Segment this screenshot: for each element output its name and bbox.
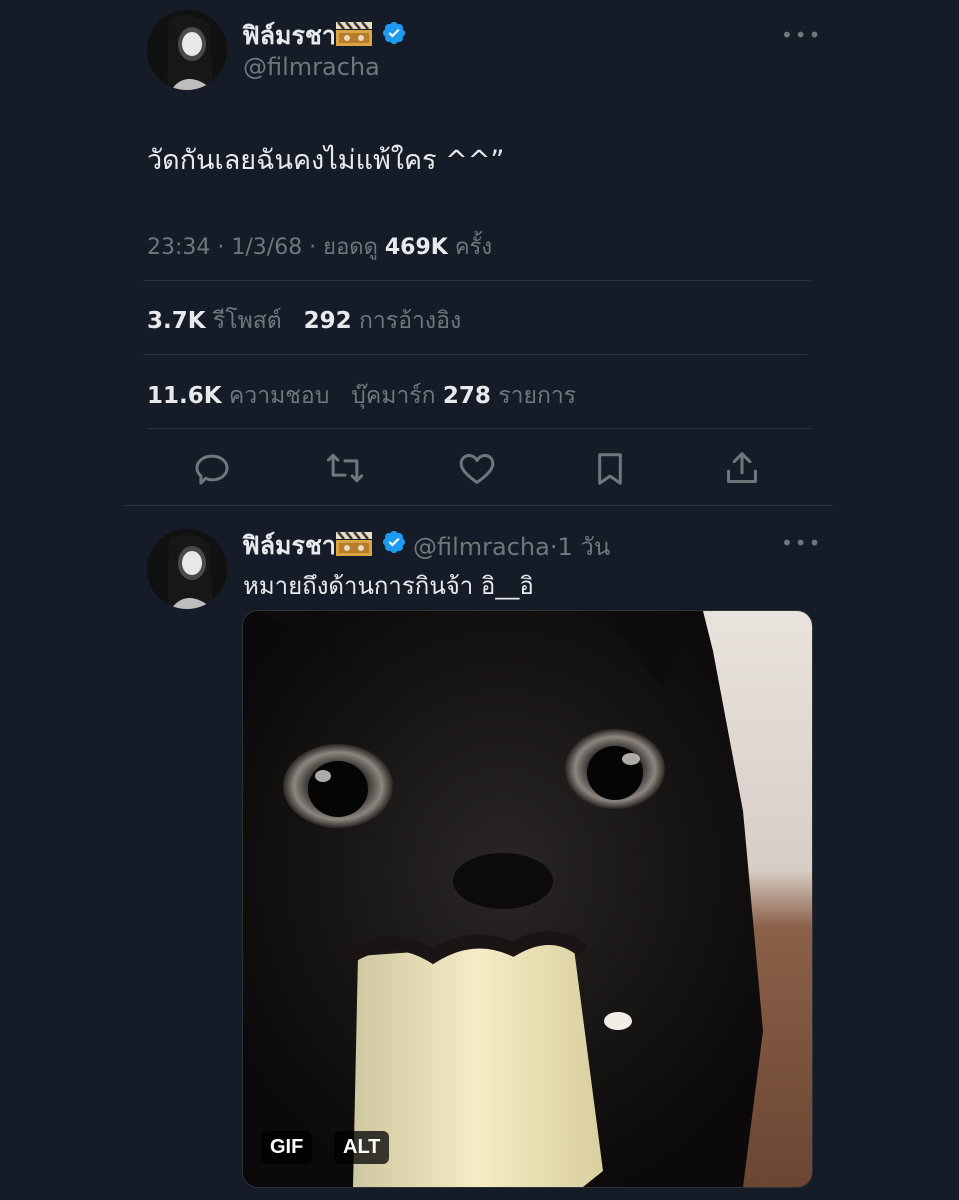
reposts-stat[interactable]: 3.7K รีโพสต์ [147, 308, 282, 334]
cat-gif-image [243, 611, 812, 1187]
repost-icon[interactable] [326, 449, 364, 487]
gif-media[interactable] [242, 610, 813, 1188]
reply-handle[interactable]: @filmracha [413, 533, 550, 561]
film-clapper-icon [335, 19, 373, 47]
reply-text: หมายถึงด้านการกินจ้า อิ__อิ [243, 572, 534, 600]
reply-icon[interactable] [193, 449, 231, 487]
divider [147, 428, 812, 429]
bookmarks-prefix: บุ๊คมาร์ก [351, 383, 436, 409]
reply-display-name[interactable]: ฟิล์มรชา [242, 526, 336, 566]
reply-handle-line: @filmracha·1 วัน [413, 527, 610, 566]
quotes-stat[interactable]: 292 การอ้างอิง [304, 308, 462, 334]
bookmarks-suffix: รายการ [498, 383, 577, 409]
views-suffix: ครั้ง [454, 235, 493, 260]
likes-count: 11.6K [147, 383, 222, 409]
avatar[interactable] [147, 10, 227, 90]
divider [143, 280, 812, 281]
divider [125, 505, 833, 506]
timestamp[interactable]: 23:34 · 1/3/68 · ยอดดู [147, 235, 378, 260]
bookmark-icon[interactable] [591, 450, 629, 488]
quotes-label: การอ้างอิง [359, 308, 462, 334]
reply-avatar[interactable] [147, 529, 227, 609]
alt-badge[interactable]: ALT [334, 1131, 390, 1164]
tweet-meta: 23:34 · 1/3/68 · ยอดดู 469K ครั้ง [147, 229, 492, 264]
verified-badge-icon [381, 529, 407, 555]
user-handle[interactable]: @filmracha [243, 53, 380, 81]
reply-time[interactable]: 1 วัน [558, 533, 611, 561]
gif-badge: GIF [261, 1131, 313, 1164]
likes-label: ความชอบ [228, 383, 330, 409]
display-name[interactable]: ฟิล์มรชา [242, 16, 336, 56]
likes-stat[interactable]: 11.6K ความชอบ [147, 383, 329, 409]
bookmarks-stat[interactable]: บุ๊คมาร์ก 278 รายการ [351, 383, 576, 409]
quotes-count: 292 [303, 308, 352, 334]
time-separator: · [549, 533, 558, 561]
more-options-icon[interactable]: ••• [781, 25, 822, 45]
film-clapper-icon [335, 529, 373, 557]
divider [143, 354, 807, 355]
repost-quote-stats: 3.7K รีโพสต์ 292 การอ้างอิง [147, 303, 461, 339]
reposts-label: รีโพสต์ [212, 308, 282, 334]
more-options-icon[interactable]: ••• [781, 533, 822, 553]
share-icon[interactable] [723, 449, 761, 487]
tweet-text: วัดกันเลยฉันคงไม่แพ้ใคร ^^” [147, 145, 505, 176]
views-count: 469K [384, 235, 448, 260]
like-bookmark-stats: 11.6K ความชอบ บุ๊คมาร์ก 278 รายการ [147, 378, 576, 414]
like-icon[interactable] [458, 450, 496, 488]
reposts-count: 3.7K [147, 308, 206, 334]
bookmarks-count: 278 [442, 383, 491, 409]
verified-badge-icon [381, 20, 407, 46]
